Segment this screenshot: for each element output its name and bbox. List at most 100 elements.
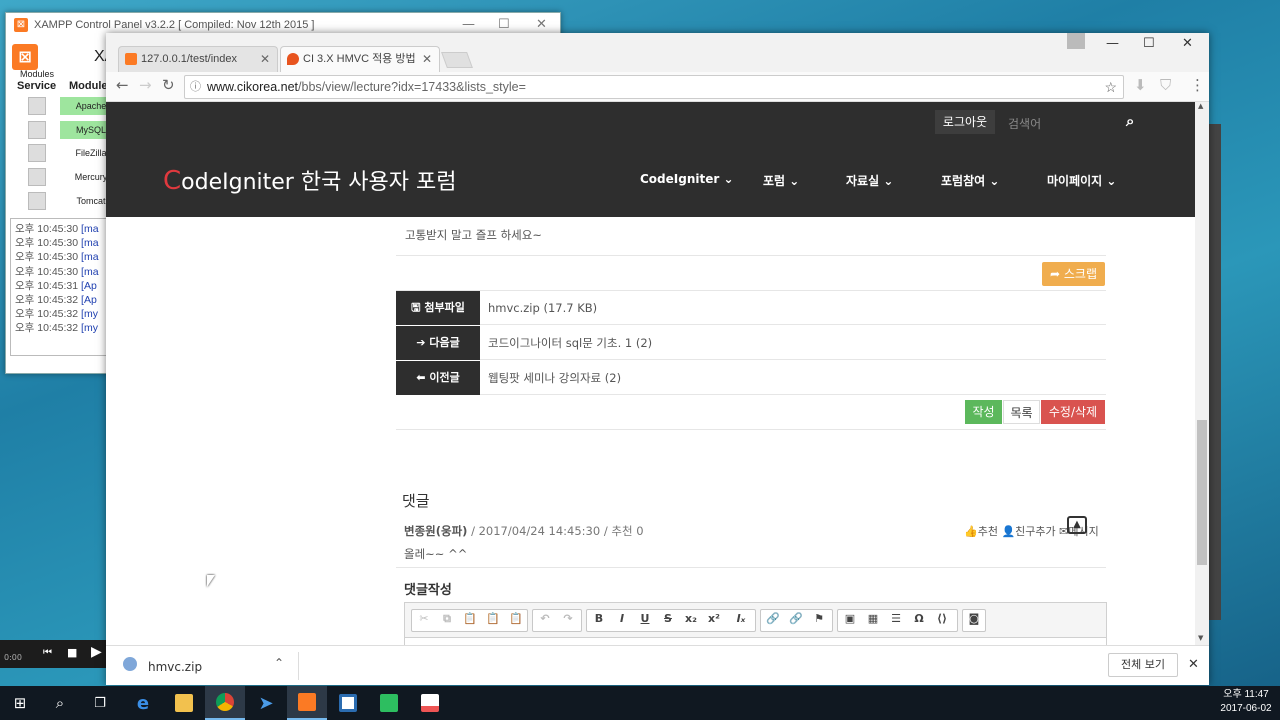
service-checkbox[interactable] (28, 121, 46, 139)
bookmark-star-icon[interactable]: ☆ (1104, 76, 1117, 98)
xampp-log[interactable]: 오후 10:45:30 [ma 오후 10:45:30 [ma 오후 10:45… (10, 218, 120, 356)
strikethrough-icon[interactable]: S (659, 612, 677, 625)
start-button[interactable]: ⊞ (0, 686, 40, 720)
horizontal-line-icon[interactable]: ☰ (887, 612, 905, 625)
service-checkbox[interactable] (28, 144, 46, 162)
chevron-down-icon: ⌄ (1106, 174, 1117, 188)
search-button[interactable]: ⌕ (40, 686, 80, 720)
tab-localhost[interactable]: 127.0.0.1/test/index ✕ (118, 46, 278, 72)
address-bar[interactable]: ⓘ www.cikorea.net/bbs/view/lecture?idx=1… (184, 75, 1124, 99)
shield-icon[interactable]: ⛉ (1160, 76, 1171, 94)
underline-icon[interactable]: U (636, 612, 654, 625)
write-button[interactable]: 작성 (965, 400, 1002, 424)
comment-author[interactable]: 변종원(웅파) (404, 524, 467, 538)
play-icon[interactable]: ▶ (91, 644, 102, 660)
nav-resources[interactable]: 자료실 ⌄ (846, 172, 893, 189)
scroll-top-icon[interactable]: ▲ (1067, 516, 1087, 534)
scrap-button[interactable]: ➦ 스크랩 (1042, 262, 1105, 286)
tab-cikorea[interactable]: CI 3.X HMVC 적용 방법 ✕ (280, 46, 440, 72)
add-friend-link[interactable]: 친구추가 (1015, 525, 1055, 538)
show-all-button[interactable]: 전체 보기 (1108, 653, 1178, 677)
maximize-icon[interactable]: ☐ (1143, 36, 1155, 51)
profile-icon[interactable] (1067, 33, 1085, 49)
taskbar-edge[interactable]: e (123, 686, 163, 720)
close-icon[interactable]: ✕ (1182, 36, 1193, 51)
minimize-icon[interactable]: — (462, 17, 475, 32)
edit-delete-button[interactable]: 수정/삭제 (1041, 400, 1105, 424)
copy-icon[interactable]: ⧉ (438, 612, 456, 626)
next-post-link[interactable]: 코드이그나이터 sql문 기초. 1 (2) (488, 326, 652, 360)
table-icon[interactable]: ▦ (864, 612, 882, 625)
italic-icon[interactable]: I (613, 612, 631, 625)
maximize-icon[interactable]: ☐ (498, 17, 510, 32)
back-icon[interactable]: ← (116, 76, 129, 94)
service-checkbox[interactable] (28, 192, 46, 210)
tab-close-icon[interactable]: ✕ (422, 47, 432, 72)
paste-text-icon[interactable]: 📋 (484, 612, 502, 625)
list-button[interactable]: 목록 (1003, 400, 1040, 424)
attachment-link[interactable]: hmvc.zip (17.7 KB) (488, 291, 597, 325)
nav-forum[interactable]: 포럼 ⌄ (763, 172, 799, 189)
new-tab-button[interactable] (441, 52, 473, 68)
prev-icon[interactable]: ⏮ (43, 647, 52, 658)
system-clock[interactable]: 오후 11:47 2017-06-02 (1216, 688, 1276, 716)
scroll-up-icon[interactable]: ▲ (1198, 102, 1203, 110)
taskbar-explorer[interactable] (164, 686, 204, 720)
link-icon[interactable]: 🔗 (764, 612, 782, 625)
tab-close-icon[interactable]: ✕ (260, 47, 270, 72)
page-scrollbar[interactable]: ▲ ▼ (1195, 102, 1209, 676)
log-msg: [ma (81, 237, 99, 250)
search-input[interactable]: 검색어 (1008, 115, 1041, 132)
site-logo-title[interactable]: CodeIgniter 한국 사용자 포럼 (163, 164, 457, 196)
anchor-flag-icon[interactable]: ⚑ (810, 612, 828, 625)
taskbar-editor[interactable] (328, 686, 368, 720)
task-view-button[interactable]: ❐ (80, 686, 120, 720)
taskbar-chrome[interactable] (205, 686, 245, 720)
mouse-cursor-icon (207, 575, 215, 587)
code-snippet-icon[interactable]: ⟨⟩ (933, 612, 951, 625)
paste-word-icon[interactable]: 📋 (507, 612, 525, 625)
taskbar-evernote[interactable] (369, 686, 409, 720)
remove-format-icon[interactable]: Iₓ (732, 612, 750, 625)
cut-icon[interactable]: ✂ (415, 612, 433, 625)
taskbar-xampp[interactable] (287, 686, 327, 720)
close-icon[interactable]: ✕ (1188, 657, 1199, 672)
image-icon[interactable]: ▣ (841, 612, 859, 625)
bold-icon[interactable]: B (590, 612, 608, 625)
minimize-icon[interactable]: — (1106, 36, 1119, 51)
divider (298, 652, 299, 680)
search-icon[interactable]: ⌕ (1126, 112, 1134, 130)
chevron-up-icon[interactable]: ⌃ (274, 656, 284, 670)
extension-icon[interactable]: ⬇ (1134, 76, 1147, 94)
menu-icon[interactable]: ⋮ (1190, 76, 1205, 94)
nav-label: 자료실 (846, 174, 880, 188)
nav-participate[interactable]: 포럼참여 ⌄ (941, 172, 999, 189)
forward-icon[interactable]: → (139, 76, 152, 94)
logout-button[interactable]: 로그아웃 (935, 110, 995, 134)
camera-icon[interactable]: ◙ (965, 612, 983, 625)
download-filename[interactable]: hmvc.zip (148, 660, 202, 674)
service-checkbox[interactable] (28, 168, 46, 186)
paste-icon[interactable]: 📋 (461, 612, 479, 625)
folder-icon (175, 694, 193, 712)
scrollbar-thumb[interactable] (1197, 420, 1207, 565)
nav-codeigniter[interactable]: CodeIgniter ⌄ (640, 172, 734, 186)
taskbar-misc[interactable] (410, 686, 450, 720)
special-char-icon[interactable]: Ω (910, 612, 928, 625)
undo-icon[interactable]: ↶ (536, 612, 554, 625)
info-icon[interactable]: ⓘ (190, 76, 201, 98)
stop-icon[interactable]: ■ (67, 646, 77, 659)
redo-icon[interactable]: ↷ (559, 612, 577, 625)
unlink-icon[interactable]: 🔗 (787, 612, 805, 625)
nav-mypage[interactable]: 마이페이지 ⌄ (1047, 172, 1116, 189)
reload-icon[interactable]: ↻ (162, 76, 175, 94)
taskbar-app[interactable]: ➤ (246, 686, 286, 720)
scroll-down-icon[interactable]: ▼ (1198, 634, 1203, 642)
prev-post-link[interactable]: 웹팅팟 세미나 강의자료 (2) (488, 361, 621, 395)
recommend-link[interactable]: 추천 (978, 525, 998, 538)
service-checkbox[interactable] (28, 97, 46, 115)
superscript-icon[interactable]: x² (705, 612, 723, 625)
log-msg: [my (81, 322, 98, 335)
subscript-icon[interactable]: x₂ (682, 612, 700, 625)
close-icon[interactable]: ✕ (536, 17, 547, 32)
